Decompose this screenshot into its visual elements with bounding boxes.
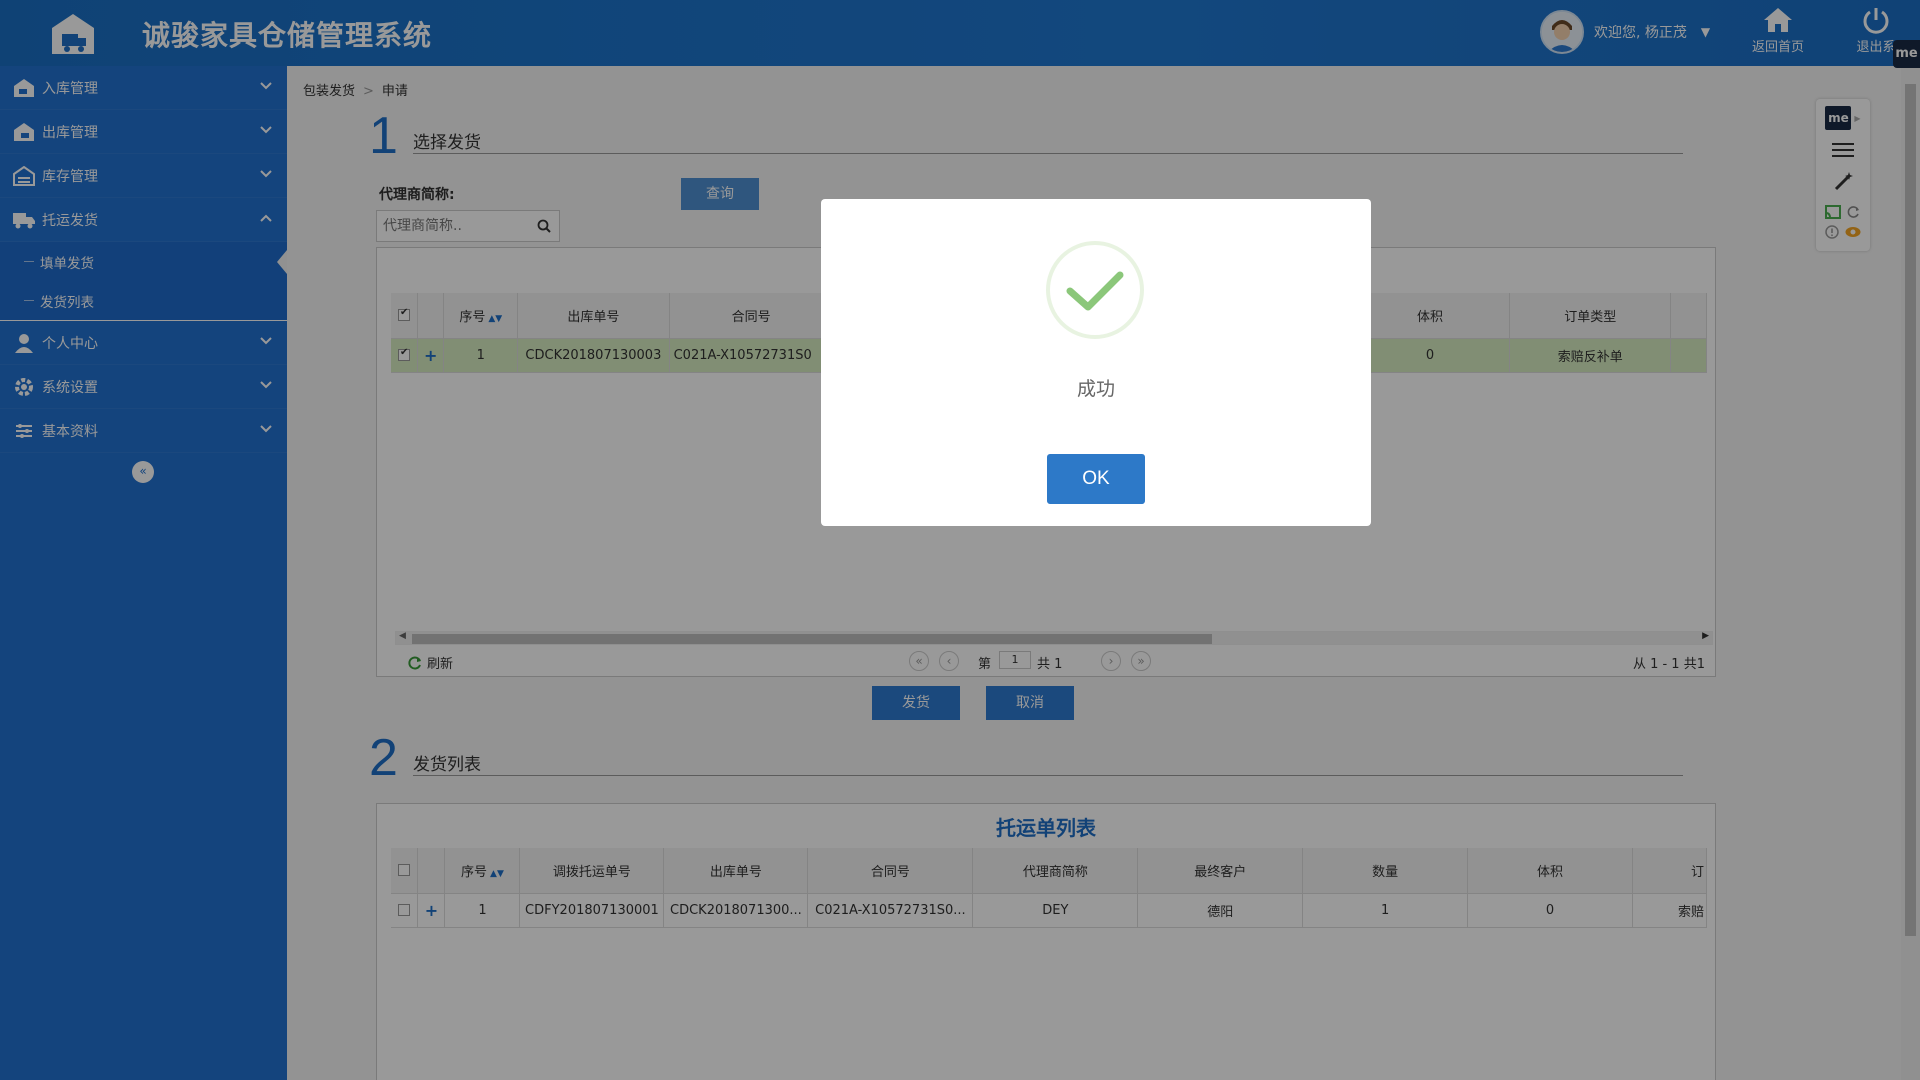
success-dialog: 成功 OK <box>821 199 1371 526</box>
dialog-message: 成功 <box>1076 378 1115 400</box>
checkmark-icon <box>1046 241 1144 339</box>
ok-button[interactable]: OK <box>1047 454 1145 504</box>
modal-overlay[interactable]: 成功 OK <box>0 0 1920 1080</box>
